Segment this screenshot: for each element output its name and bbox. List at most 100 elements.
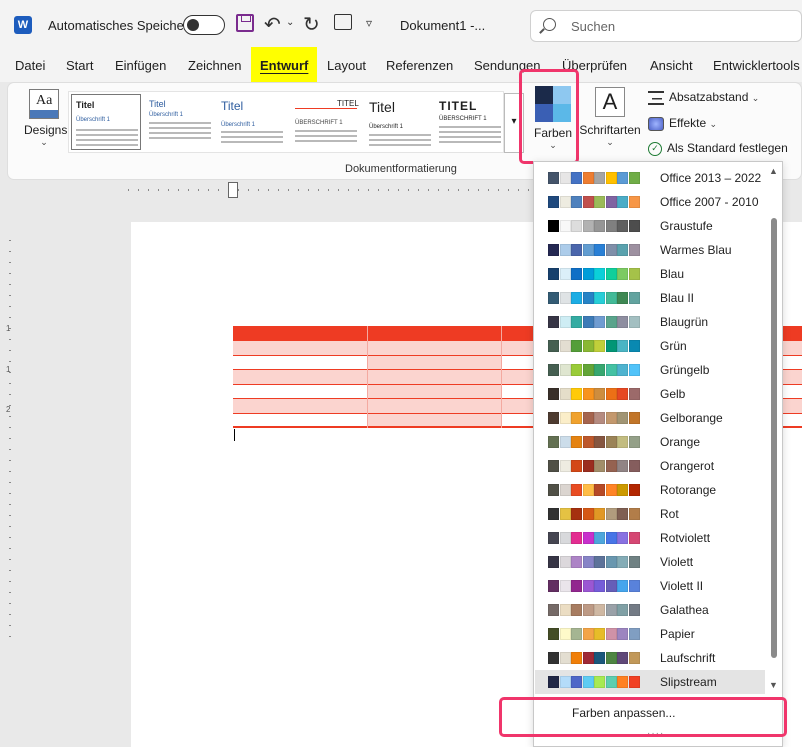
color-swatch <box>594 484 605 496</box>
color-scheme-item[interactable]: Orange <box>535 430 765 454</box>
checkmark-icon: ✓ <box>648 141 662 156</box>
color-swatch <box>548 364 559 376</box>
tab-ansicht[interactable]: Ansicht <box>650 58 693 73</box>
tab-referenzen[interactable]: Referenzen <box>386 58 453 73</box>
color-scheme-name: Grüngelb <box>660 363 710 377</box>
style-set-thumbnail[interactable]: Titel Überschrift 1 <box>145 94 215 150</box>
color-swatch <box>617 388 628 400</box>
color-swatches <box>548 196 640 208</box>
color-scheme-item[interactable]: Rotviolett <box>535 526 765 550</box>
color-scheme-item[interactable]: Grüngelb <box>535 358 765 382</box>
color-scheme-item[interactable]: Rotorange <box>535 478 765 502</box>
color-swatch <box>605 244 617 256</box>
color-scheme-item[interactable]: Violett II <box>535 574 765 598</box>
als-standard-label: Als Standard festlegen <box>667 141 788 155</box>
touch-mode-icon[interactable] <box>334 14 352 30</box>
scroll-thumb[interactable] <box>771 218 777 658</box>
style-set-thumbnail[interactable]: TITEL ÜBERSCHRIFT 1 <box>291 94 361 150</box>
color-swatch <box>559 508 571 520</box>
color-swatch <box>605 220 617 232</box>
color-scheme-item[interactable]: Violett <box>535 550 765 574</box>
style-set-thumbnail[interactable]: Titel Überschrift 1 <box>71 94 141 150</box>
absatzabstand-button[interactable]: Absatzabstand ⌄ <box>648 90 759 105</box>
color-scheme-item[interactable]: Blaugrün <box>535 310 765 334</box>
style-set-thumbnail[interactable]: Titel Überschrift 1 <box>365 94 435 150</box>
color-swatch <box>571 268 582 280</box>
color-scheme-item[interactable]: Office 2007 - 2010 <box>535 190 765 214</box>
color-swatch <box>628 628 640 640</box>
effects-icon <box>648 116 664 131</box>
color-scheme-item[interactable]: Warmes Blau <box>535 238 765 262</box>
color-swatch <box>617 220 628 232</box>
color-scheme-item[interactable]: Gelb <box>535 382 765 406</box>
tab-start[interactable]: Start <box>66 58 93 73</box>
color-swatch <box>559 436 571 448</box>
designs-button[interactable]: Aa Designs ⌄ <box>24 89 67 148</box>
style-set-thumbnail[interactable]: TITEL ÜBERSCHRIFT 1 <box>435 94 505 150</box>
color-swatch <box>594 196 605 208</box>
color-swatch <box>594 412 605 424</box>
color-swatches <box>548 340 640 352</box>
color-scheme-item[interactable]: Laufschrift <box>535 646 765 670</box>
color-scheme-item[interactable]: Galathea <box>535 598 765 622</box>
color-scheme-item[interactable]: Orangerot <box>535 454 765 478</box>
color-scheme-item[interactable]: Office 2013 – 2022 <box>535 166 765 190</box>
color-scheme-item[interactable]: Slipstream <box>535 670 765 694</box>
tab-entwurf[interactable]: Entwurf <box>260 58 308 73</box>
style-set-thumbnail[interactable]: Titel Überschrift 1 <box>217 94 287 150</box>
indent-marker[interactable] <box>228 182 238 198</box>
scroll-up-icon[interactable]: ▲ <box>769 166 778 176</box>
schriftarten-button[interactable]: A Schriftarten ⌄ <box>579 87 641 148</box>
undo-icon[interactable]: ↶ <box>264 12 281 37</box>
dropdown-scrollbar[interactable]: ▲ ▼ <box>766 162 782 696</box>
color-scheme-name: Gelborange <box>660 411 723 425</box>
color-scheme-item[interactable]: Gelborange <box>535 406 765 430</box>
color-swatch <box>605 268 617 280</box>
table-column-divider <box>501 326 502 428</box>
effekte-button[interactable]: Effekte ⌄ <box>648 116 717 131</box>
color-swatch <box>559 412 571 424</box>
color-swatch <box>559 460 571 472</box>
search-input[interactable]: Suchen <box>530 10 802 42</box>
color-swatch <box>605 676 617 688</box>
color-swatch <box>605 556 617 568</box>
tab-zeichnen[interactable]: Zeichnen <box>188 58 241 73</box>
color-swatch <box>628 292 640 304</box>
color-scheme-item[interactable]: Grün <box>535 334 765 358</box>
color-swatch <box>628 436 640 448</box>
save-icon[interactable] <box>236 14 254 32</box>
tab-einfuegen[interactable]: Einfügen <box>115 58 166 73</box>
chevron-down-icon[interactable]: ⌄ <box>286 17 294 28</box>
text-cursor <box>234 429 235 441</box>
customize-qat-icon[interactable]: ▿ <box>366 16 372 30</box>
color-swatch <box>628 484 640 496</box>
color-swatch <box>628 508 640 520</box>
color-swatch <box>617 532 628 544</box>
color-swatch <box>628 460 640 472</box>
als-standard-button[interactable]: ✓ Als Standard festlegen <box>648 141 788 156</box>
color-scheme-name: Gelb <box>660 387 686 401</box>
color-scheme-item[interactable]: Rot <box>535 502 765 526</box>
color-swatch <box>548 412 559 424</box>
color-scheme-item[interactable]: Papier <box>535 622 765 646</box>
tab-datei[interactable]: Datei <box>15 58 45 73</box>
schriftarten-label: Schriftarten <box>579 123 641 137</box>
color-swatch <box>605 340 617 352</box>
color-scheme-item[interactable]: Blau II <box>535 286 765 310</box>
color-swatch <box>617 292 628 304</box>
redo-icon[interactable]: ↻ <box>303 12 320 37</box>
autosave-toggle[interactable] <box>183 15 225 35</box>
color-scheme-name: Galathea <box>660 603 709 617</box>
tab-entwicklertools[interactable]: Entwicklertools <box>713 58 800 73</box>
color-swatch <box>548 508 559 520</box>
chevron-down-icon: ⌄ <box>606 137 614 147</box>
color-swatches <box>548 532 640 544</box>
color-swatch <box>628 340 640 352</box>
ruler-number: 2 <box>6 405 11 414</box>
color-scheme-item[interactable]: Graustufe <box>535 214 765 238</box>
scroll-down-icon[interactable]: ▼ <box>769 680 778 690</box>
color-swatch <box>628 196 640 208</box>
tab-layout[interactable]: Layout <box>327 58 366 73</box>
color-scheme-item[interactable]: Blau <box>535 262 765 286</box>
color-swatches <box>548 460 640 472</box>
